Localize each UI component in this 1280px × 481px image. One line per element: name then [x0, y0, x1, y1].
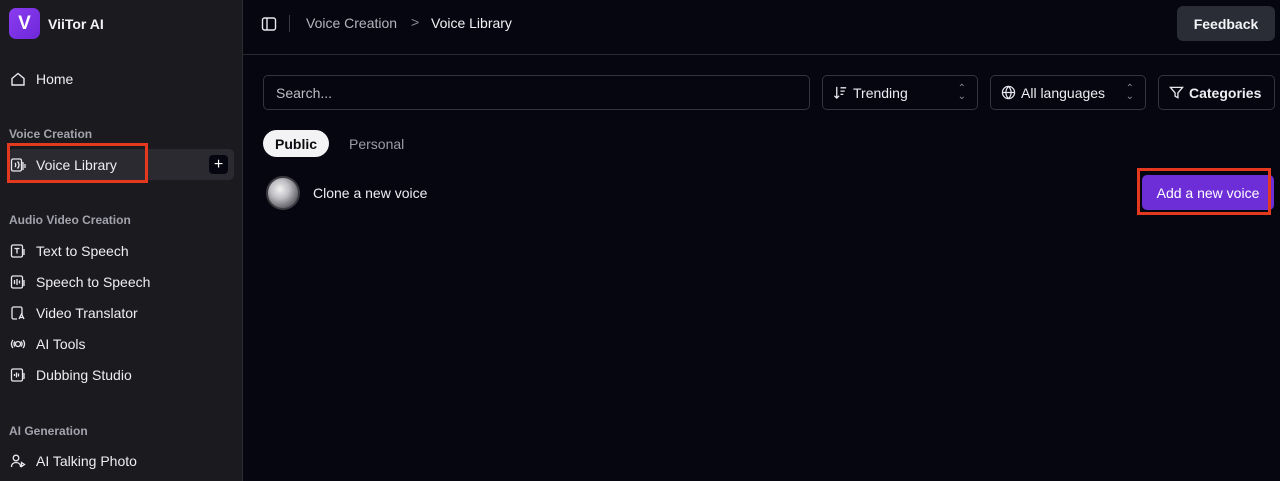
updown-chevron-icon: ⌃ ⌄: [1125, 83, 1134, 102]
categories-label: Categories: [1189, 84, 1262, 101]
updown-chevron-icon: ⌃ ⌄: [957, 83, 966, 102]
sidebar-item-label: AI Talking Photo: [36, 453, 137, 469]
globe-icon: [1001, 85, 1016, 100]
section-label-audio-video-creation: Audio Video Creation: [9, 213, 131, 227]
section-label-ai-generation: AI Generation: [9, 424, 88, 438]
voice-library-icon: [9, 156, 27, 174]
sidebar-item-voice-library[interactable]: Voice Library: [9, 153, 117, 177]
app-logo: V: [9, 8, 40, 39]
brand[interactable]: V ViiTor AI: [9, 8, 104, 39]
language-select[interactable]: All languages ⌃ ⌄: [990, 75, 1146, 110]
sidebar-toggle-icon[interactable]: [261, 16, 277, 32]
app-name: ViiTor AI: [48, 15, 104, 32]
add-voice-plus-button[interactable]: +: [209, 155, 228, 174]
sidebar-item-video-translator[interactable]: Video Translator: [9, 301, 138, 325]
top-header: Voice Creation > Voice Library Feedback: [243, 0, 1280, 55]
clone-voice-label: Clone a new voice: [313, 185, 428, 201]
categories-button[interactable]: Categories: [1158, 75, 1275, 110]
breadcrumb-voice-creation[interactable]: Voice Creation: [306, 15, 397, 31]
speech-to-speech-icon: [9, 273, 27, 291]
tab-personal[interactable]: Personal: [337, 130, 416, 157]
sidebar-item-label: Voice Library: [36, 157, 117, 173]
video-translator-icon: [9, 304, 27, 322]
sort-value: Trending: [853, 84, 908, 101]
filter-icon: [1169, 86, 1184, 99]
tab-public[interactable]: Public: [263, 130, 330, 157]
sidebar-item-label: Dubbing Studio: [36, 367, 132, 383]
sidebar-item-dubbing-studio[interactable]: Dubbing Studio: [9, 363, 132, 387]
search-input[interactable]: [263, 75, 810, 110]
talking-photo-icon: [9, 452, 27, 470]
sidebar-item-home[interactable]: Home: [9, 67, 73, 91]
sidebar-item-label: Home: [36, 71, 74, 87]
sidebar-item-ai-tools[interactable]: AI Tools: [9, 332, 86, 356]
visibility-tabs: Public Personal: [263, 130, 416, 157]
sidebar-item-text-to-speech[interactable]: Text to Speech: [9, 239, 129, 263]
sort-select[interactable]: Trending ⌃ ⌄: [822, 75, 978, 110]
sidebar-item-label: AI Tools: [36, 336, 86, 352]
ai-tools-icon: [9, 335, 27, 353]
sidebar: V ViiTor AI Home Voice Creation + Voice …: [0, 0, 243, 481]
breadcrumb-voice-library: Voice Library: [431, 15, 512, 31]
sidebar-item-label: Text to Speech: [36, 243, 129, 259]
voice-avatar: [266, 176, 300, 210]
feedback-button[interactable]: Feedback: [1177, 6, 1275, 41]
breadcrumb-chevron-icon: >: [411, 14, 420, 30]
sidebar-item-speech-to-speech[interactable]: Speech to Speech: [9, 270, 150, 294]
add-new-voice-button[interactable]: Add a new voice: [1142, 175, 1274, 210]
section-label-voice-creation: Voice Creation: [9, 127, 93, 141]
sort-icon: [833, 86, 847, 100]
sidebar-item-label: Video Translator: [36, 305, 138, 321]
dubbing-studio-icon: [9, 366, 27, 384]
language-value: All languages: [1021, 84, 1106, 101]
text-to-speech-icon: [9, 242, 27, 260]
sidebar-item-label: Speech to Speech: [36, 274, 151, 290]
header-divider: [289, 15, 290, 32]
home-icon: [9, 70, 27, 88]
sidebar-item-ai-talking-photo[interactable]: AI Talking Photo: [9, 449, 137, 473]
